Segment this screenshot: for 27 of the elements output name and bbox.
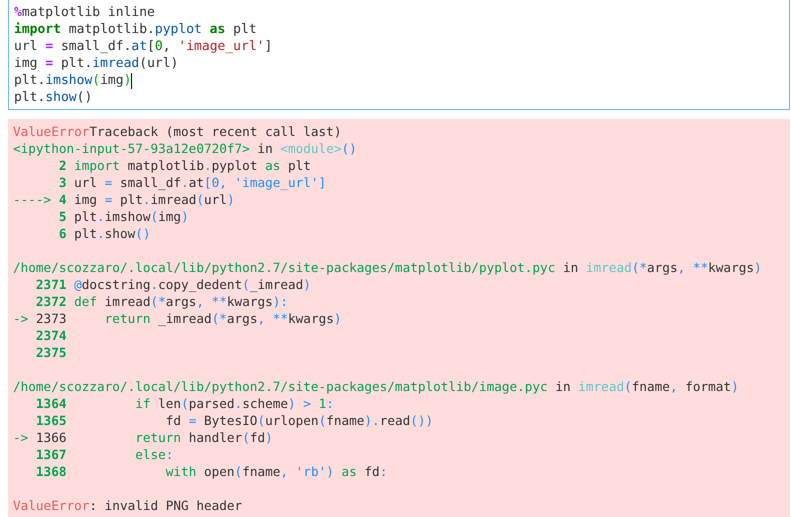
code-line: import matplotlib.pyplot as plt [14, 21, 257, 38]
traceback-line: 2371 @docstring.copy_dedent(_imread) [34, 276, 312, 293]
traceback-line: 1365 fd = BytesIO(urlopen(fname).read()) [34, 412, 434, 429]
traceback-line: 2 import matplotlib.pyplot as plt [58, 157, 312, 174]
traceback-line: ValueErrorTraceback (most recent call last) [13, 123, 342, 140]
traceback-line: 1364 if len(parsed.scheme) > 1: [34, 395, 335, 412]
traceback-line: -> 1366 return handler(fd) [13, 429, 274, 446]
traceback-line: /home/scozzaro/.local/lib/python2.7/site-packages/matplotlib/pyplot.pyc in imread(*args, **kwargs) [13, 259, 763, 276]
traceback-line: ----> 4 img = plt.imread(url) [13, 191, 236, 208]
traceback-line: /home/scozzaro/.local/lib/python2.7/site-packages/matplotlib/image.pyc in imread(fname, format) [13, 378, 740, 395]
traceback-line: 2374 [34, 327, 68, 344]
code-line: url = small_df.at[0, 'image_url'] [14, 38, 272, 55]
code-line: img = plt.imread(url) [14, 55, 178, 72]
traceback-line: 2375 [34, 344, 68, 361]
code-line: %matplotlib inline [14, 4, 155, 21]
traceback-line: 1368 with open(fname, 'rb') as fd: [34, 463, 388, 480]
traceback-line: <ipython-input-57-93a12e0720f7> in <module>() [13, 140, 358, 157]
traceback-line: 3 url = small_df.at[0, 'image_url'] [58, 174, 328, 191]
code-input-cell[interactable]: %matplotlib inline import matplotlib.pyplot as plt url = small_df.at[0, 'image_url'] img = plt.imread(url) plt.imshow(img) plt.show() [8, 0, 790, 110]
traceback-line: 1367 else: [34, 446, 174, 463]
traceback-line: 2372 def imread(*args, **kwargs): [34, 293, 290, 310]
traceback-line: -> 2373 return _imread(*args, **kwargs) [13, 310, 343, 327]
traceback-line: ValueError: invalid PNG header [13, 497, 244, 514]
code-line: plt.imshow(img) [14, 72, 132, 89]
traceback-line: 5 plt.imshow(img) [58, 208, 190, 225]
code-line: plt.show() [14, 89, 92, 106]
traceback-line: 6 plt.show() [58, 225, 152, 242]
